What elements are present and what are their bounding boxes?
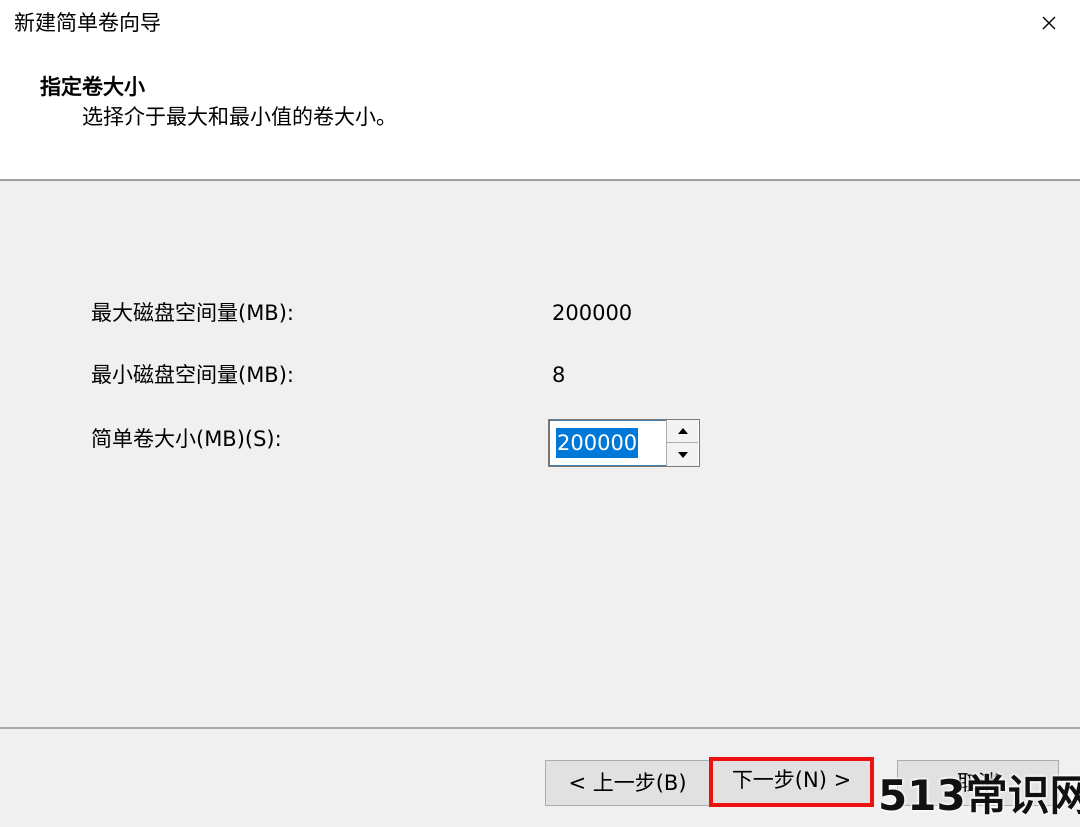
page-description: 选择介于最大和最小值的卷大小。 — [82, 105, 397, 129]
stepper-buttons — [666, 420, 699, 466]
min-space-label: 最小磁盘空间量(MB): — [91, 363, 294, 387]
close-button[interactable] — [1018, 0, 1080, 46]
next-button[interactable]: 下一步(N) > — [709, 757, 874, 807]
watermark-text: 513常识网 — [878, 771, 1080, 820]
volume-size-value: 200000 — [556, 428, 639, 458]
min-space-value: 8 — [552, 363, 566, 387]
stepper-down-button[interactable] — [667, 443, 698, 466]
page-title: 指定卷大小 — [40, 75, 145, 99]
footer-divider — [0, 727, 1080, 729]
back-button[interactable]: < 上一步(B) — [545, 760, 710, 806]
max-space-value: 200000 — [552, 301, 633, 325]
window-title: 新建简单卷向导 — [14, 11, 161, 35]
title-bar: 新建简单卷向导 — [0, 0, 1080, 48]
volume-size-input[interactable]: 200000 — [549, 420, 667, 466]
max-space-label: 最大磁盘空间量(MB): — [91, 301, 294, 325]
arrow-up-icon — [677, 428, 688, 434]
arrow-down-icon — [677, 451, 688, 458]
volume-size-label: 简单卷大小(MB)(S): — [91, 427, 282, 451]
close-icon — [1042, 16, 1056, 30]
volume-size-stepper: 200000 — [548, 419, 700, 467]
wizard-header: 指定卷大小 选择介于最大和最小值的卷大小。 — [0, 48, 1080, 181]
stepper-up-button[interactable] — [667, 420, 698, 443]
